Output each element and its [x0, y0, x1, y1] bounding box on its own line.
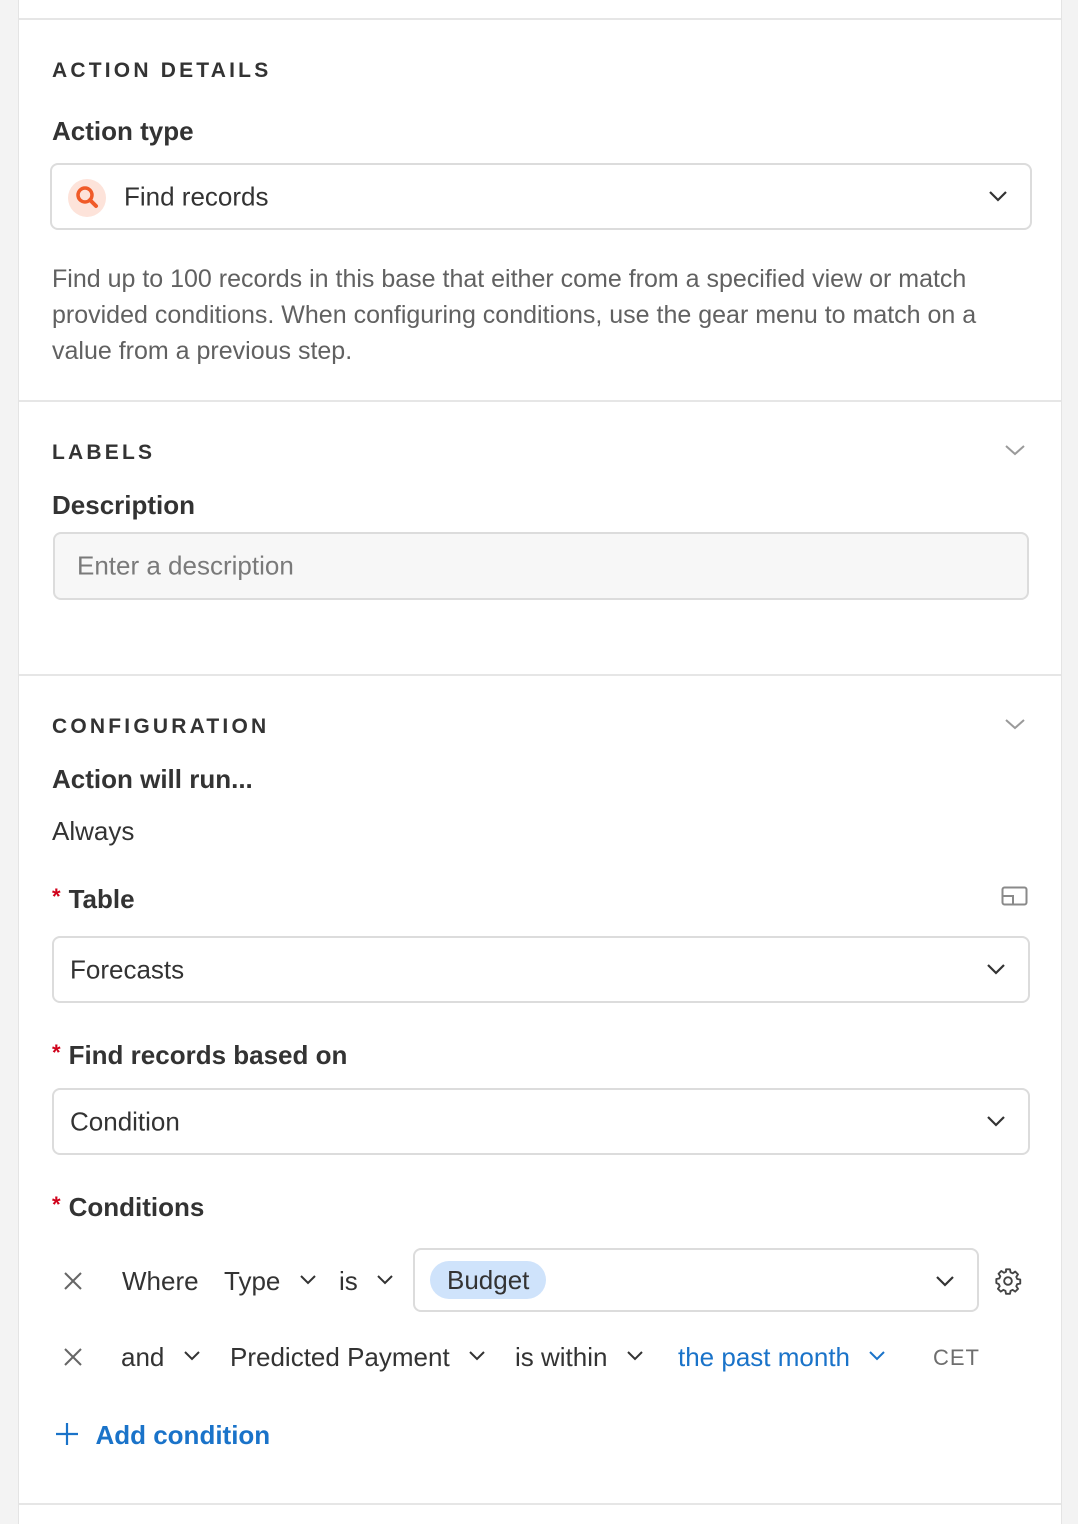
section-title-action-details: ACTION DETAILS — [52, 59, 272, 82]
chevron-down-icon — [627, 1351, 643, 1361]
value-chip: Budget — [430, 1261, 547, 1299]
conditions-label: * Conditions — [52, 1192, 205, 1222]
required-marker: * — [52, 1192, 61, 1217]
required-marker: * — [52, 1040, 61, 1065]
plus-icon — [56, 1423, 78, 1445]
condition-operator-select[interactable]: is — [339, 1266, 394, 1297]
add-condition-button[interactable]: Add condition — [55, 1420, 270, 1451]
action-type-select[interactable]: Find records — [50, 163, 1032, 230]
timezone-label: CET — [933, 1345, 980, 1370]
condition-value-select[interactable]: Budget — [413, 1248, 979, 1312]
remove-condition-icon[interactable] — [62, 1270, 84, 1292]
chevron-down-icon — [936, 1276, 954, 1287]
automation-action-panel: ACTION DETAILS Action type Find records … — [18, 0, 1062, 1524]
search-icon — [68, 179, 106, 217]
chevron-down-icon — [987, 1116, 1005, 1127]
run-condition-label: Action will run... — [52, 764, 253, 794]
chevron-down-icon — [987, 964, 1005, 975]
chevron-down-icon — [300, 1275, 316, 1285]
based-on-label: * Find records based on — [52, 1040, 348, 1070]
divider — [19, 1503, 1061, 1505]
action-type-label: Action type — [52, 116, 194, 146]
condition-field-select[interactable]: Type — [224, 1266, 317, 1297]
chevron-down-icon — [469, 1351, 485, 1361]
section-title-configuration: CONFIGURATION — [52, 715, 270, 738]
condition-date-value-select[interactable]: the past month — [678, 1342, 886, 1373]
collapse-labels-chevron-icon[interactable] — [1004, 443, 1026, 457]
based-on-select[interactable]: Condition — [52, 1088, 1030, 1155]
action-description: Find up to 100 records in this base that… — [52, 265, 977, 365]
divider — [19, 18, 1061, 20]
table-label: * Table — [52, 884, 135, 914]
based-on-value: Condition — [70, 1106, 180, 1136]
collapse-configuration-chevron-icon[interactable] — [1004, 717, 1026, 731]
chevron-down-icon — [989, 191, 1007, 202]
section-title-labels: LABELS — [52, 441, 156, 464]
chevron-down-icon — [377, 1275, 393, 1285]
run-condition-value: Always — [52, 816, 135, 846]
condition-operator-select[interactable]: is within — [515, 1342, 644, 1373]
condition-conjunction: Where — [122, 1266, 199, 1296]
chevron-down-icon — [869, 1351, 886, 1361]
chevron-down-icon — [184, 1351, 200, 1361]
divider — [19, 400, 1061, 402]
table-select[interactable]: Forecasts — [52, 936, 1030, 1003]
condition-conjunction-select[interactable]: and — [121, 1342, 201, 1373]
required-marker: * — [52, 884, 61, 909]
expand-table-icon[interactable] — [1001, 886, 1028, 906]
table-value: Forecasts — [70, 954, 185, 984]
remove-condition-icon[interactable] — [62, 1346, 84, 1368]
divider — [19, 674, 1061, 676]
description-label: Description — [52, 490, 196, 520]
gear-icon[interactable] — [994, 1267, 1022, 1295]
description-placeholder: Enter a description — [77, 550, 294, 581]
description-input[interactable]: Enter a description — [53, 532, 1029, 600]
condition-field-select[interactable]: Predicted Payment — [230, 1342, 486, 1373]
action-type-value: Find records — [124, 181, 269, 211]
